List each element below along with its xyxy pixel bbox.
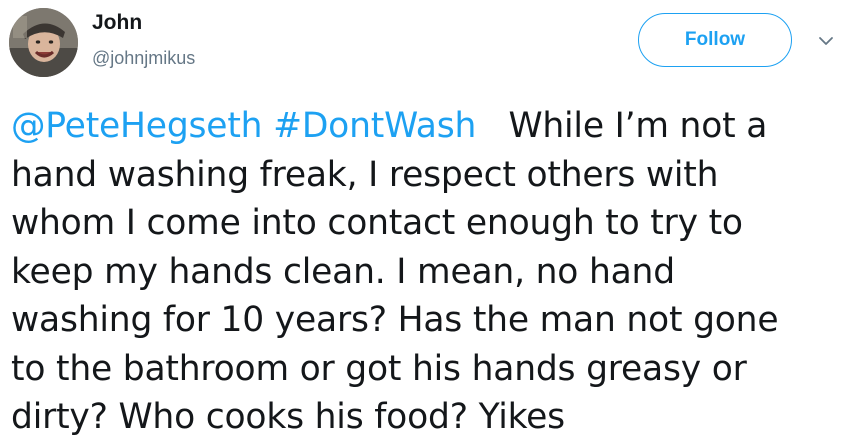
follow-button[interactable]: Follow: [638, 13, 792, 67]
tweet-line: washing for 10 years? Has the man not go…: [11, 300, 779, 340]
avatar-image: [9, 8, 78, 77]
tweet-line: dirty? Who cooks his food? Yikes: [11, 397, 565, 437]
author-handle[interactable]: @johnjmikus: [92, 47, 195, 69]
tweet-line: @PeteHegseth #DontWash While I’m not a: [11, 102, 851, 151]
tweet-line-text: While I’m not a: [476, 106, 768, 146]
tweet-line: hand washing freak, I respect others wit…: [11, 154, 719, 195]
author-name[interactable]: John: [92, 10, 142, 36]
chevron-down-icon[interactable]: [816, 31, 836, 51]
mention-link[interactable]: @PeteHegseth: [11, 106, 263, 146]
tweet-line: to the bathroom or got his hands greasy …: [11, 348, 747, 389]
tweet-line: keep my hands clean. I mean, no hand: [11, 251, 675, 292]
avatar[interactable]: [9, 8, 78, 77]
hashtag-link[interactable]: #DontWash: [273, 106, 476, 146]
tweet-text: @PeteHegseth #DontWash While I’m not a h…: [11, 102, 851, 442]
tweet-header: John @johnjmikus Follow: [0, 0, 858, 90]
tweet-line: whom I come into contact enough to try t…: [11, 203, 743, 243]
